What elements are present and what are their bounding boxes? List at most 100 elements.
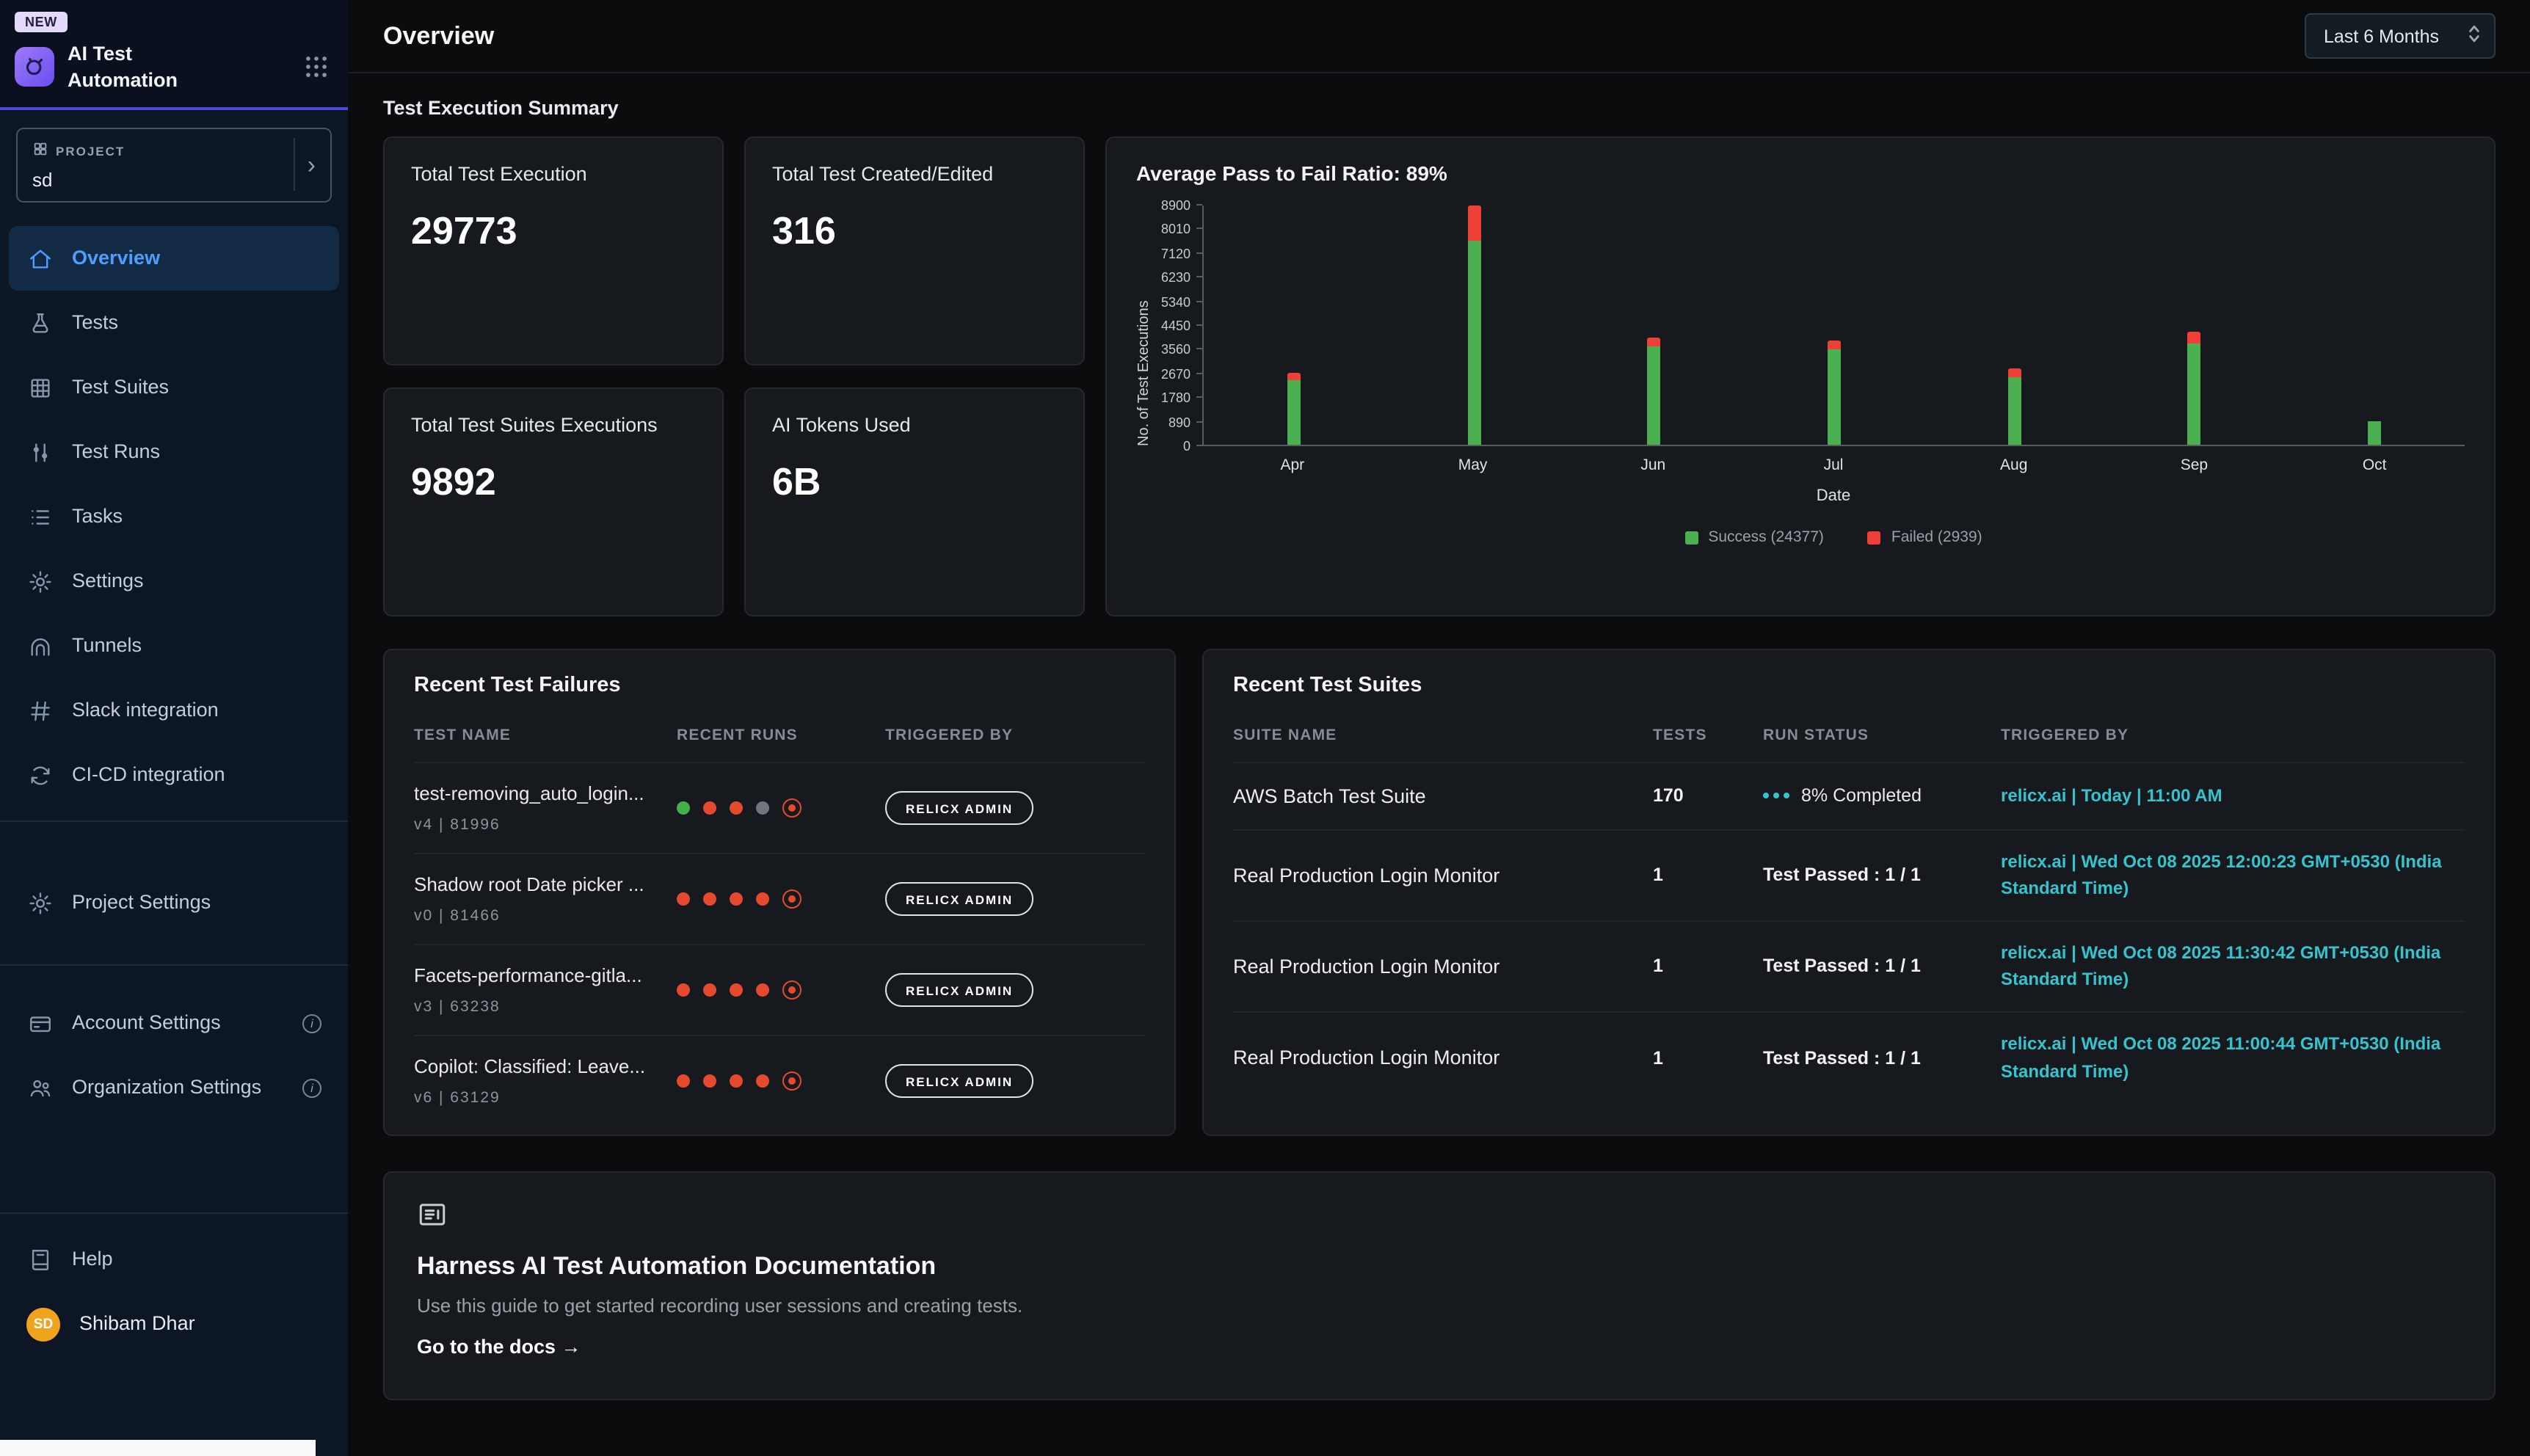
project-label: PROJECT xyxy=(56,144,125,159)
sidebar-item-tunnels[interactable]: Tunnels xyxy=(9,614,339,678)
y-tick-label: 4450 xyxy=(1161,318,1191,333)
gear-icon xyxy=(26,568,53,594)
stat-card-total-test-created: Total Test Created/Edited 316 xyxy=(744,136,1085,365)
sidebar-item-organization-settings[interactable]: Organization Settingsi xyxy=(9,1055,339,1120)
x-tick-label: Oct xyxy=(2284,446,2465,474)
run-dot-icon[interactable] xyxy=(703,892,716,906)
run-dot-icon[interactable] xyxy=(730,983,743,997)
docs-link[interactable]: Go to the docs → xyxy=(417,1336,581,1358)
apps-grid-icon[interactable] xyxy=(302,53,330,81)
triggered-by-button[interactable]: RELICX ADMIN xyxy=(885,791,1033,825)
bar-success-segment xyxy=(2007,377,2021,445)
run-dot-icon[interactable] xyxy=(703,983,716,997)
run-dot-icon[interactable] xyxy=(730,892,743,906)
triggered-by-link[interactable]: relicx.ai | Wed Oct 08 2025 11:30:42 GMT… xyxy=(2001,939,2465,994)
suite-row: Real Production Login Monitor1Test Passe… xyxy=(1233,1011,2465,1102)
project-selector[interactable]: PROJECT sd › xyxy=(16,128,332,203)
sidebar: NEW AI Test Automation xyxy=(0,0,348,1456)
legend-item: Failed (2939) xyxy=(1868,528,1982,546)
y-tick-mark xyxy=(1196,445,1202,446)
column-header: RUN STATUS xyxy=(1763,727,2001,744)
sidebar-item-label: Test Suites xyxy=(72,375,169,400)
failure-test-name[interactable]: Copilot: Classified: Leave... xyxy=(414,1055,677,1077)
run-ring-icon[interactable] xyxy=(782,1071,801,1091)
run-dot-icon[interactable] xyxy=(677,1074,690,1088)
run-dot-icon[interactable] xyxy=(703,1074,716,1088)
run-dot-icon[interactable] xyxy=(677,983,690,997)
suites-table-body: AWS Batch Test Suite170 8% Completed relic… xyxy=(1233,762,2465,1102)
help-label: Help xyxy=(72,1247,113,1272)
run-dot-icon[interactable] xyxy=(756,892,769,906)
chart-y-axis-title: No. of Test Executions xyxy=(1136,205,1152,446)
failures-table-header: TEST NAMERECENT RUNSTRIGGERED BY xyxy=(414,721,1145,762)
run-ring-icon[interactable] xyxy=(782,798,801,818)
user-menu[interactable]: SD Shibam Dhar xyxy=(9,1292,339,1356)
triggered-by-link[interactable]: relicx.ai | Wed Oct 08 2025 11:00:44 GMT… xyxy=(2001,1030,2465,1085)
run-dot-icon[interactable] xyxy=(677,801,690,815)
run-dot-icon[interactable] xyxy=(677,892,690,906)
recent-grid: Recent Test Failures TEST NAMERECENT RUN… xyxy=(383,649,2496,1136)
legend-swatch xyxy=(1684,531,1698,544)
sidebar-item-slack-integration[interactable]: Slack integration xyxy=(9,678,339,743)
sidebar-item-settings[interactable]: Settings xyxy=(9,549,339,614)
info-icon[interactable]: i xyxy=(302,1078,321,1097)
y-tick-label: 6230 xyxy=(1161,270,1191,285)
failure-test-name[interactable]: Shadow root Date picker ... xyxy=(414,873,677,895)
sidebar-item-account-settings[interactable]: Account Settingsi xyxy=(9,991,339,1055)
run-dot-icon[interactable] xyxy=(730,801,743,815)
suite-name[interactable]: Real Production Login Monitor xyxy=(1233,956,1653,978)
sidebar-item-overview[interactable]: Overview xyxy=(9,226,339,291)
run-dot-icon[interactable] xyxy=(756,983,769,997)
date-range-select[interactable]: Last 6 Months xyxy=(2305,13,2496,59)
sidebar-item-test-suites[interactable]: Test Suites xyxy=(9,355,339,420)
run-dot-icon[interactable] xyxy=(756,801,769,815)
suite-tests-count: 170 xyxy=(1653,786,1763,807)
info-icon[interactable]: i xyxy=(302,1013,321,1033)
x-tick-label: Jul xyxy=(1743,446,1924,474)
docs-title: Harness AI Test Automation Documentation xyxy=(417,1252,2462,1281)
triggered-by-button[interactable]: RELICX ADMIN xyxy=(885,973,1033,1007)
sidebar-nav-tertiary: Account SettingsiOrganization Settingsi xyxy=(0,991,348,1120)
bar-sep xyxy=(2188,205,2201,445)
run-dot-icon[interactable] xyxy=(730,1074,743,1088)
sidebar-item-tests[interactable]: Tests xyxy=(9,291,339,355)
run-ring-icon[interactable] xyxy=(782,980,801,1000)
sidebar-item-tasks[interactable]: Tasks xyxy=(9,484,339,549)
triggered-by-button[interactable]: RELICX ADMIN xyxy=(885,882,1033,916)
triggered-by-button[interactable]: RELICX ADMIN xyxy=(885,1064,1033,1098)
recent-runs xyxy=(677,889,885,909)
recent-suites-title: Recent Test Suites xyxy=(1233,674,2465,697)
run-dot-icon[interactable] xyxy=(756,1074,769,1088)
suite-name[interactable]: Real Production Login Monitor xyxy=(1233,1046,1653,1069)
failure-test-name[interactable]: test-removing_auto_login... xyxy=(414,782,677,804)
sidebar-item-test-runs[interactable]: Test Runs xyxy=(9,420,339,484)
run-dot-icon[interactable] xyxy=(703,801,716,815)
stat-label: AI Tokens Used xyxy=(772,412,1057,439)
suite-status: 8% Completed xyxy=(1801,786,1922,807)
column-header: TEST NAME xyxy=(414,727,677,744)
y-tick-label: 3560 xyxy=(1161,343,1191,357)
suite-name[interactable]: AWS Batch Test Suite xyxy=(1233,785,1653,807)
documentation-card: Harness AI Test Automation Documentation… xyxy=(383,1171,2496,1400)
stat-card-total-test-execution: Total Test Execution 29773 xyxy=(383,136,724,365)
org-icon xyxy=(26,1074,53,1101)
sidebar-item-project-settings[interactable]: Project Settings xyxy=(9,870,339,935)
triggered-by-link[interactable]: relicx.ai | Today | 11:00 AM xyxy=(2001,782,2465,809)
sidebar-item-ci-cd-integration[interactable]: CI-CD integration xyxy=(9,743,339,807)
suite-name[interactable]: Real Production Login Monitor xyxy=(1233,864,1653,886)
legend-swatch xyxy=(1868,531,1881,544)
legend-item: Success (24377) xyxy=(1684,528,1824,546)
stat-label: Total Test Suites Executions xyxy=(411,412,696,439)
triggered-by-link[interactable]: relicx.ai | Wed Oct 08 2025 12:00:23 GMT… xyxy=(2001,848,2465,902)
run-ring-icon[interactable] xyxy=(782,889,801,909)
page-title: Overview xyxy=(383,21,494,51)
x-tick-label: Apr xyxy=(1202,446,1383,474)
failure-test-name[interactable]: Facets-performance-gitla... xyxy=(414,964,677,986)
stat-label: Total Test Execution xyxy=(411,161,696,188)
failure-row: Shadow root Date picker ...v0 | 81466REL… xyxy=(414,853,1145,944)
sidebar-nav-secondary: Project Settings xyxy=(0,870,348,935)
failure-test-meta: v6 | 63129 xyxy=(414,1089,677,1107)
chart: No. of Test Executions 08901780267035604… xyxy=(1136,205,2465,546)
sidebar-item-help[interactable]: Help xyxy=(9,1227,339,1292)
chevron-right-icon: › xyxy=(294,138,316,191)
